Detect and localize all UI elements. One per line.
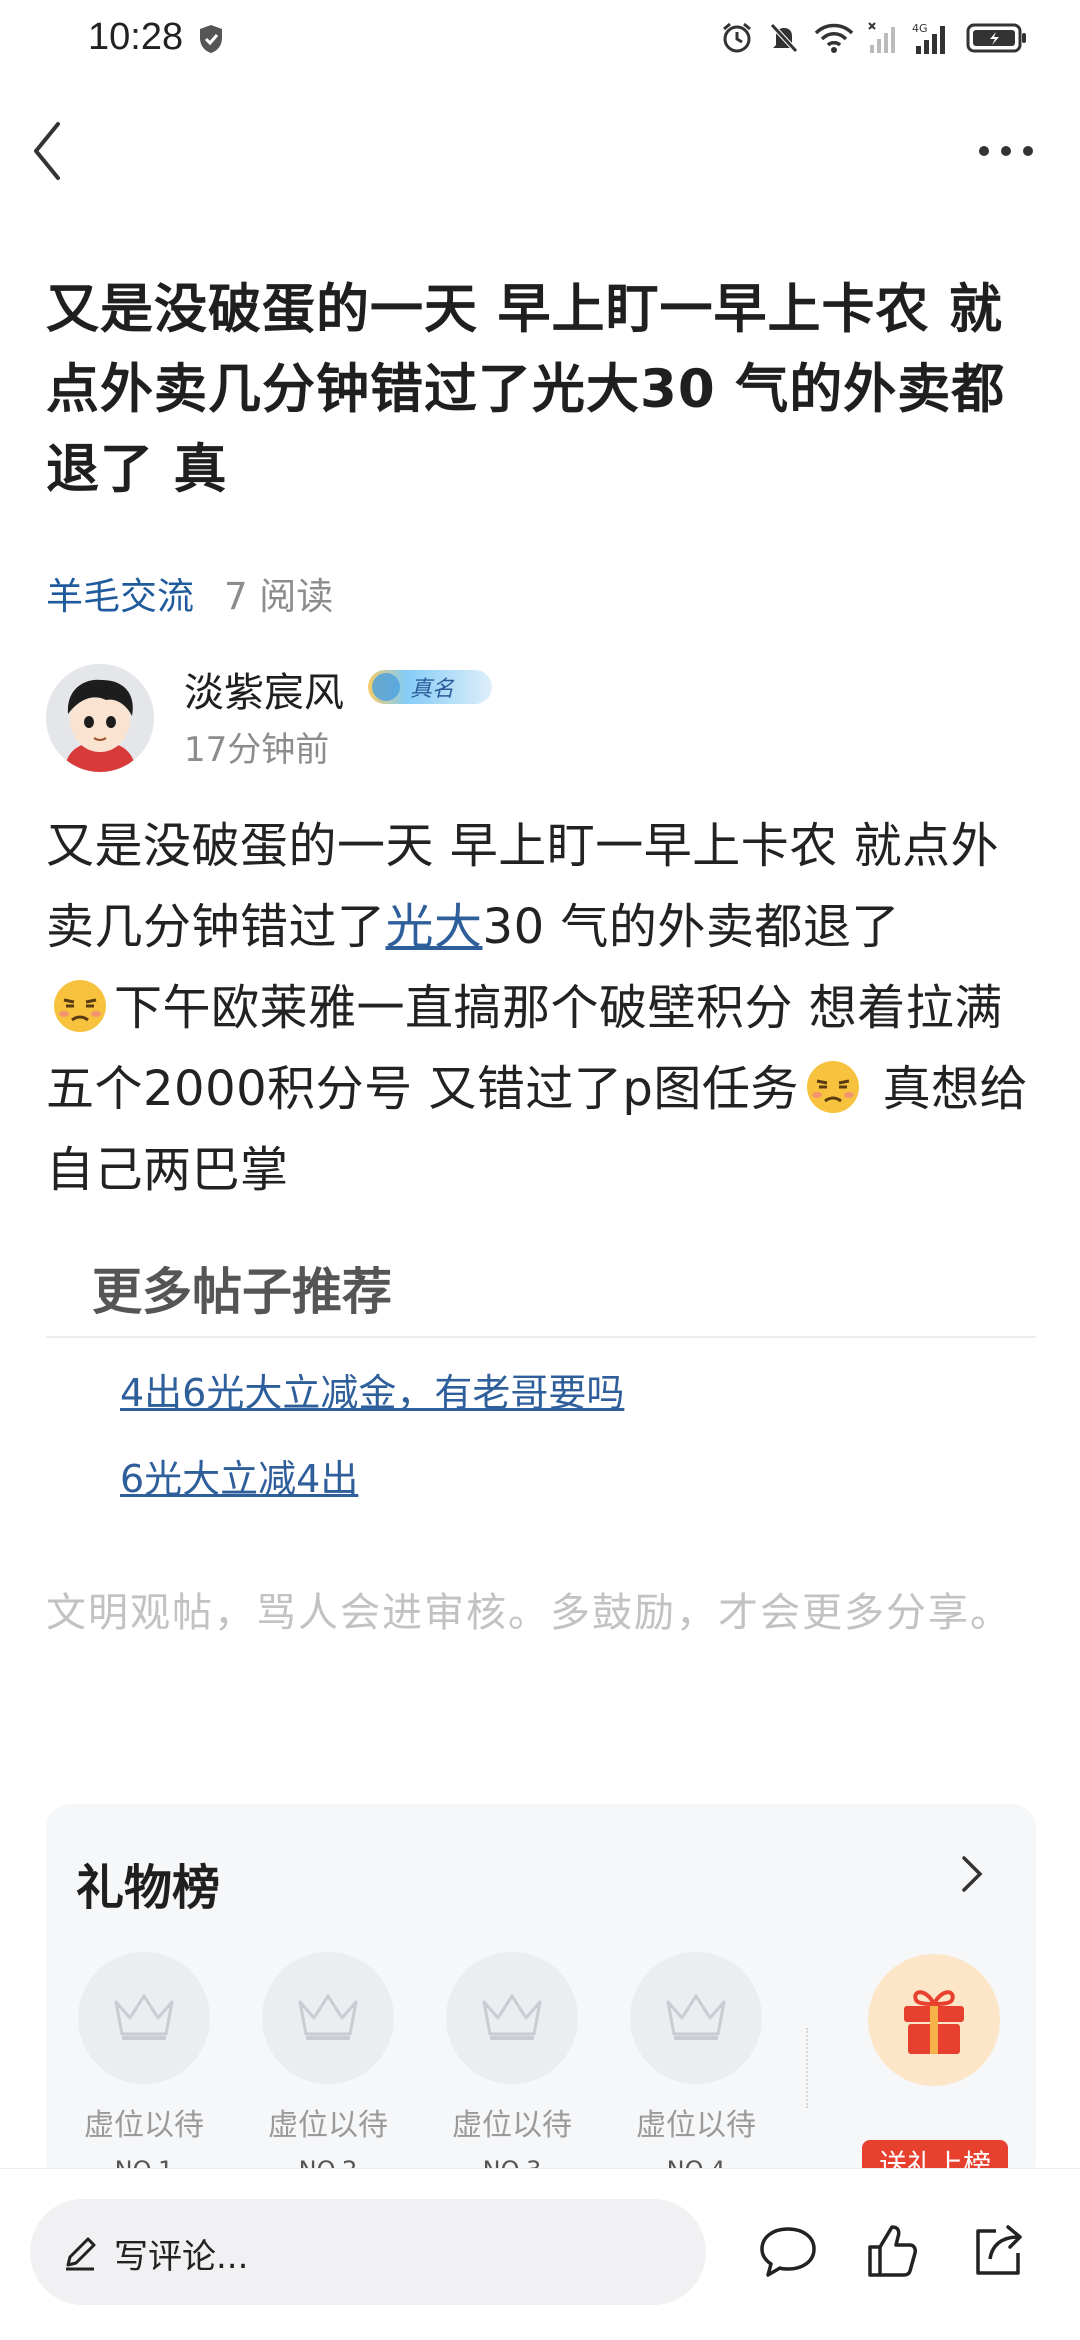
divider: [46, 1336, 1036, 1338]
read-count: 7 阅读: [224, 575, 334, 618]
gift-slot-circle: [262, 1952, 394, 2084]
send-gift-button[interactable]: [868, 1954, 1000, 2086]
gift-slot-circle: [630, 1952, 762, 2084]
gift-icon: [904, 1990, 964, 2054]
chevron-right-icon[interactable]: [958, 1854, 986, 1894]
community-notice: 文明观帖，骂人会进审核。多鼓励，才会更多分享。: [46, 1590, 1012, 1636]
recommendation-link[interactable]: 6光大立减4出: [120, 1448, 358, 1503]
author-badge-icon: 真名: [368, 670, 492, 704]
signal-4g-icon: 4G: [912, 22, 945, 54]
gift-board-title: 礼物榜: [76, 1860, 221, 1916]
back-button[interactable]: [26, 118, 70, 184]
body-text: 30 气的外卖都退了: [482, 899, 900, 955]
author-name[interactable]: 淡紫宸风: [184, 660, 344, 718]
signal-icon: [868, 22, 895, 53]
mute-icon: [770, 23, 798, 53]
like-icon[interactable]: [866, 2223, 918, 2279]
shield-icon: [200, 25, 222, 53]
gift-slot[interactable]: 虚位以待 NO.1: [76, 1952, 212, 2184]
battery-icon: [966, 23, 1026, 53]
svg-text:真名: 真名: [410, 677, 455, 702]
gift-slot-circle: [78, 1952, 210, 2084]
comment-input[interactable]: 写评论...: [30, 2199, 706, 2305]
body-link[interactable]: 光大: [386, 899, 483, 955]
sulk-emoji-icon: [54, 980, 106, 1032]
gift-board: 礼物榜 虚位以待 NO.1 虚位以待 NO.2 虚位以: [46, 1804, 1036, 2184]
crown-icon: [482, 1994, 542, 2040]
comment-icon[interactable]: [758, 2223, 818, 2279]
post-title: 又是没破蛋的一天 早上盯一早上卡农 就点外卖几分钟错过了光大30 气的外卖都退了…: [46, 279, 1006, 500]
crown-icon: [114, 1994, 174, 2040]
sulk-emoji-icon: [806, 1061, 859, 1113]
pencil-icon: [66, 2237, 96, 2271]
gift-slot[interactable]: 虚位以待 NO.2: [260, 1952, 396, 2184]
gift-slot-label: 虚位以待: [84, 2108, 204, 2143]
wifi-icon: [814, 23, 854, 53]
gift-slot-circle: [446, 1952, 578, 2084]
svg-text:4G: 4G: [912, 22, 928, 35]
gift-slot-label: 虚位以待: [636, 2108, 756, 2143]
post-time: 17分钟前: [184, 730, 330, 770]
avatar[interactable]: [46, 664, 154, 772]
status-time: 10:28: [88, 16, 184, 58]
gift-slot[interactable]: 虚位以待 NO.3: [444, 1952, 580, 2184]
status-bar: 10:28 4G: [0, 0, 1080, 80]
divider: [806, 2028, 808, 2108]
post-body: 又是没破蛋的一天 早上盯一早上卡农 就点外卖几分钟错过了光大30 气的外卖都退了…: [46, 806, 1036, 1211]
gift-slot-label: 虚位以待: [452, 2108, 572, 2143]
avatar-image: [46, 664, 154, 772]
alarm-icon: [723, 22, 751, 53]
crown-icon: [298, 1994, 358, 2040]
bottom-bar: 写评论...: [0, 2168, 1080, 2340]
recommendation-link[interactable]: 4出6光大立减金，有老哥要吗: [120, 1362, 624, 1417]
recommendations-title: 更多帖子推荐: [92, 1263, 392, 1321]
more-dots-icon[interactable]: [976, 138, 1036, 164]
share-icon[interactable]: [970, 2223, 1026, 2279]
category-link[interactable]: 羊毛交流: [46, 566, 194, 620]
comment-placeholder: 写评论...: [114, 2237, 249, 2277]
gift-slot-label: 虚位以待: [268, 2108, 388, 2143]
crown-icon: [666, 1994, 726, 2040]
gift-slot[interactable]: 虚位以待 NO.4: [628, 1952, 764, 2184]
post-meta: 羊毛交流 7 阅读: [46, 566, 333, 620]
